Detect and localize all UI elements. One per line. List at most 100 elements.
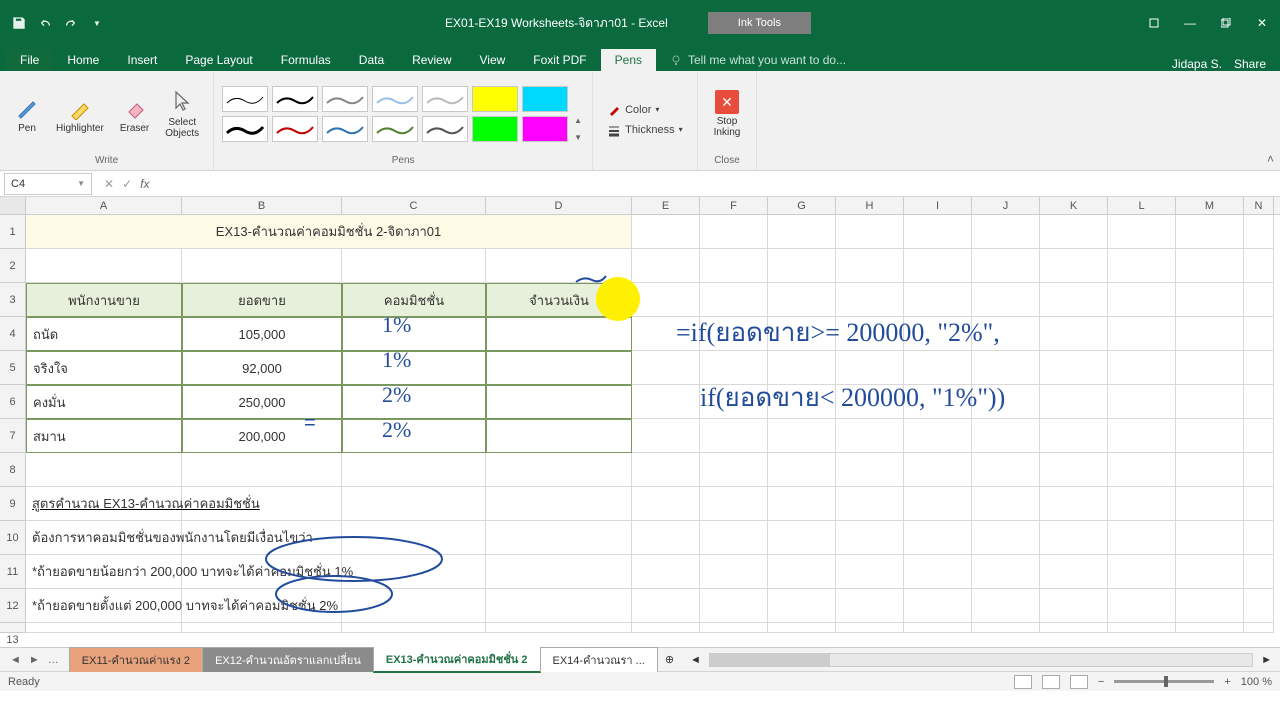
- col-header-K[interactable]: K: [1040, 197, 1108, 214]
- cell[interactable]: [182, 453, 342, 487]
- cell[interactable]: [1040, 487, 1108, 521]
- sheet-nav-prev-icon[interactable]: ◄: [10, 654, 21, 666]
- view-page-break-icon[interactable]: [1070, 675, 1088, 689]
- row-header[interactable]: 13: [0, 623, 26, 633]
- view-page-layout-icon[interactable]: [1042, 675, 1060, 689]
- cell[interactable]: [1040, 283, 1108, 317]
- cell[interactable]: [1176, 623, 1244, 633]
- pen-button[interactable]: Pen: [8, 93, 46, 136]
- cell[interactable]: [632, 419, 700, 453]
- sheet-nav-more-icon[interactable]: …: [48, 654, 59, 666]
- cell[interactable]: [1244, 419, 1274, 453]
- cell[interactable]: [1176, 215, 1244, 249]
- col-header-N[interactable]: N: [1244, 197, 1274, 214]
- cell[interactable]: [1108, 351, 1176, 385]
- cell[interactable]: [1176, 283, 1244, 317]
- cell[interactable]: [904, 555, 972, 589]
- cell[interactable]: [1244, 385, 1274, 419]
- pen-lightgray[interactable]: [422, 86, 468, 112]
- cell[interactable]: [1244, 589, 1274, 623]
- cell[interactable]: [972, 487, 1040, 521]
- cell[interactable]: [1244, 351, 1274, 385]
- cell[interactable]: [342, 589, 486, 623]
- zoom-in-icon[interactable]: +: [1224, 676, 1230, 688]
- select-objects-button[interactable]: Select Objects: [159, 87, 205, 141]
- cell[interactable]: [1108, 215, 1176, 249]
- cell[interactable]: [768, 555, 836, 589]
- cell[interactable]: [1040, 589, 1108, 623]
- cell[interactable]: [768, 453, 836, 487]
- cell[interactable]: [632, 351, 700, 385]
- cell[interactable]: [1176, 521, 1244, 555]
- cell[interactable]: [836, 623, 904, 633]
- qat-customize-icon[interactable]: ▼: [86, 12, 108, 34]
- tab-view[interactable]: View: [466, 49, 520, 71]
- sheet-tab-ex14[interactable]: EX14-คำนวณรา ...: [540, 647, 658, 672]
- cell[interactable]: [1040, 623, 1108, 633]
- hscroll-right-icon[interactable]: ►: [1261, 654, 1272, 666]
- table-cell[interactable]: 200,000: [182, 419, 342, 453]
- table-header[interactable]: พนักงานขาย: [26, 283, 182, 317]
- cell[interactable]: [836, 589, 904, 623]
- cell[interactable]: [342, 453, 486, 487]
- collapse-ribbon-icon[interactable]: ˄: [1267, 152, 1274, 166]
- tab-insert[interactable]: Insert: [113, 49, 171, 71]
- table-cell[interactable]: 92,000: [182, 351, 342, 385]
- cell[interactable]: [182, 589, 342, 623]
- select-all-corner[interactable]: [0, 197, 26, 214]
- pen-gallery[interactable]: ▲ ▼: [222, 86, 584, 142]
- table-cell[interactable]: จริงใจ: [26, 351, 182, 385]
- cell[interactable]: [1244, 283, 1274, 317]
- ink-color-button[interactable]: Color▾: [607, 103, 683, 117]
- cell[interactable]: [1244, 453, 1274, 487]
- cell[interactable]: [1244, 521, 1274, 555]
- row-header[interactable]: 8: [0, 453, 26, 487]
- cell[interactable]: [1244, 623, 1274, 633]
- cell[interactable]: [700, 249, 768, 283]
- cell[interactable]: [972, 453, 1040, 487]
- table-cell[interactable]: [342, 385, 486, 419]
- table-cell[interactable]: [342, 317, 486, 351]
- tab-file[interactable]: File: [6, 49, 53, 71]
- pen-darkgray[interactable]: [422, 116, 468, 142]
- table-cell[interactable]: คงมั่น: [26, 385, 182, 419]
- table-header[interactable]: คอมมิชชั่น: [342, 283, 486, 317]
- cell[interactable]: [904, 589, 972, 623]
- cell[interactable]: [342, 487, 486, 521]
- cell[interactable]: [1108, 283, 1176, 317]
- cell[interactable]: [1108, 521, 1176, 555]
- cell[interactable]: [1244, 555, 1274, 589]
- tab-review[interactable]: Review: [398, 49, 465, 71]
- cell[interactable]: [486, 623, 632, 633]
- cell[interactable]: [1244, 317, 1274, 351]
- row-header[interactable]: 7: [0, 419, 26, 453]
- cell[interactable]: [26, 249, 182, 283]
- cell[interactable]: [768, 487, 836, 521]
- cell[interactable]: [342, 623, 486, 633]
- table-cell[interactable]: ถนัด: [26, 317, 182, 351]
- sheet-tab-ex13[interactable]: EX13-คำนวณค่าคอมมิชชั่น 2: [373, 646, 541, 673]
- cell[interactable]: [836, 453, 904, 487]
- hscroll-left-icon[interactable]: ◄: [690, 654, 701, 666]
- cell[interactable]: [836, 487, 904, 521]
- cell[interactable]: [1108, 487, 1176, 521]
- tell-me-search[interactable]: Tell me what you want to do...: [656, 49, 860, 71]
- view-normal-icon[interactable]: [1014, 675, 1032, 689]
- cell[interactable]: [1176, 351, 1244, 385]
- col-header-E[interactable]: E: [632, 197, 700, 214]
- cell[interactable]: [768, 215, 836, 249]
- cancel-formula-icon[interactable]: ✕: [104, 177, 114, 191]
- cell[interactable]: [632, 249, 700, 283]
- cell[interactable]: [1176, 385, 1244, 419]
- cell[interactable]: [768, 419, 836, 453]
- save-icon[interactable]: [8, 12, 30, 34]
- cell[interactable]: [1176, 487, 1244, 521]
- ribbon-options-icon[interactable]: [1140, 13, 1168, 33]
- fx-icon[interactable]: fx: [140, 177, 149, 191]
- cell[interactable]: [836, 419, 904, 453]
- cell[interactable]: [632, 215, 700, 249]
- enter-formula-icon[interactable]: ✓: [122, 177, 132, 191]
- highlighter-magenta[interactable]: [522, 116, 568, 142]
- highlighter-cyan[interactable]: [522, 86, 568, 112]
- zoom-level[interactable]: 100 %: [1241, 676, 1272, 688]
